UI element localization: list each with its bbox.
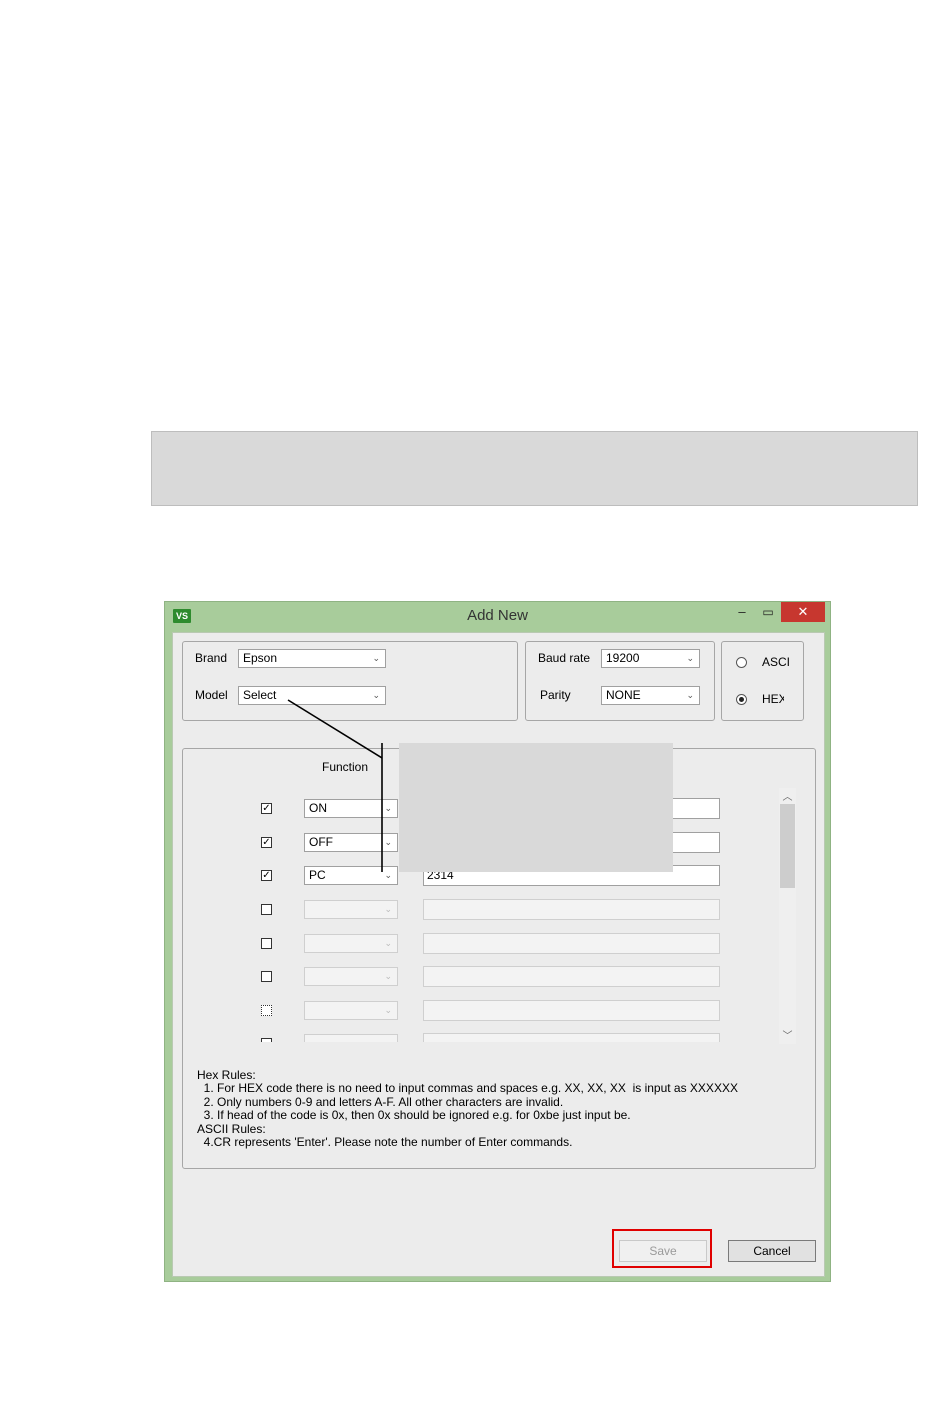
callout-leader-lines <box>287 699 383 872</box>
callout-line-diagonal <box>287 699 383 759</box>
save-button-highlight <box>612 1229 712 1268</box>
